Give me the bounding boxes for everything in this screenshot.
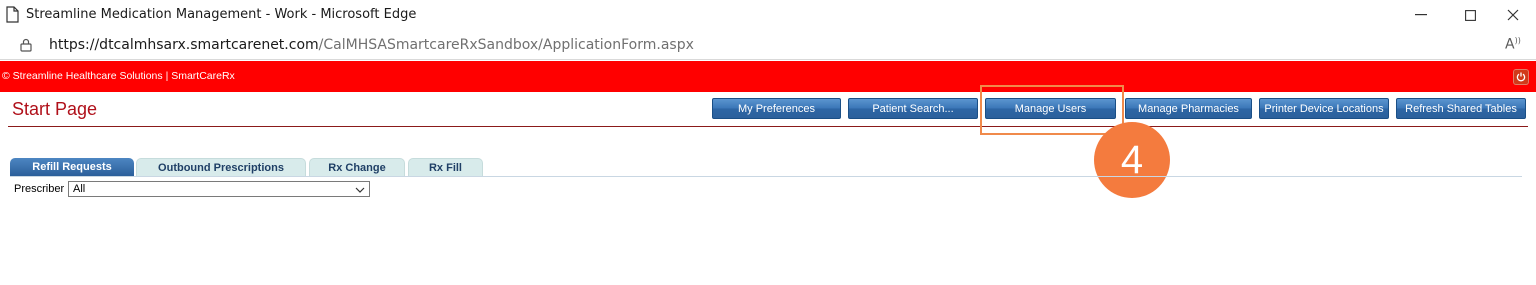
maximize-button[interactable] bbox=[1447, 0, 1493, 30]
window-title: Streamline Medication Management - Work … bbox=[26, 7, 417, 22]
title-divider bbox=[8, 126, 1528, 127]
printer-device-locations-button[interactable]: Printer Device Locations bbox=[1259, 98, 1389, 119]
minimize-button[interactable] bbox=[1398, 0, 1444, 30]
my-preferences-button[interactable]: My Preferences bbox=[712, 98, 841, 119]
close-button[interactable] bbox=[1490, 0, 1536, 30]
patient-search-button[interactable]: Patient Search... bbox=[848, 98, 978, 119]
lock-icon[interactable] bbox=[20, 38, 32, 57]
read-aloud-icon[interactable]: A)) bbox=[1505, 36, 1521, 53]
prescriber-select[interactable]: All bbox=[68, 181, 370, 197]
app-header-bar: © Streamline Healthcare Solutions | Smar… bbox=[0, 61, 1536, 92]
browser-title-bar: Streamline Medication Management - Work … bbox=[0, 0, 1536, 30]
address-bar[interactable]: https://dtcalmhsarx.smartcarenet.com/Cal… bbox=[0, 30, 1536, 60]
refresh-shared-tables-button[interactable]: Refresh Shared Tables bbox=[1396, 98, 1526, 119]
prescriber-label: Prescriber bbox=[14, 183, 65, 195]
tab-rx-fill[interactable]: Rx Fill bbox=[408, 158, 483, 176]
logout-power-icon[interactable] bbox=[1513, 69, 1529, 85]
url-path: /CalMHSASmartcareRxSandbox/ApplicationFo… bbox=[318, 37, 694, 53]
tab-outbound-prescriptions[interactable]: Outbound Prescriptions bbox=[136, 158, 306, 176]
step-number-badge: 4 bbox=[1094, 122, 1170, 198]
page-icon bbox=[6, 6, 19, 23]
tab-refill-requests[interactable]: Refill Requests bbox=[10, 158, 134, 176]
copyright-text: © Streamline Healthcare Solutions | Smar… bbox=[2, 70, 235, 82]
page-title: Start Page bbox=[12, 99, 98, 119]
url-text[interactable]: https://dtcalmhsarx.smartcarenet.com/Cal… bbox=[49, 37, 694, 53]
tab-divider bbox=[10, 176, 1522, 177]
url-host: https://dtcalmhsarx.smartcarenet.com bbox=[49, 37, 319, 53]
highlight-box bbox=[980, 85, 1124, 135]
tab-rx-change[interactable]: Rx Change bbox=[309, 158, 405, 176]
manage-pharmacies-button[interactable]: Manage Pharmacies bbox=[1125, 98, 1252, 119]
chevron-down-icon bbox=[355, 185, 365, 197]
prescriber-selected-value: All bbox=[73, 183, 86, 195]
